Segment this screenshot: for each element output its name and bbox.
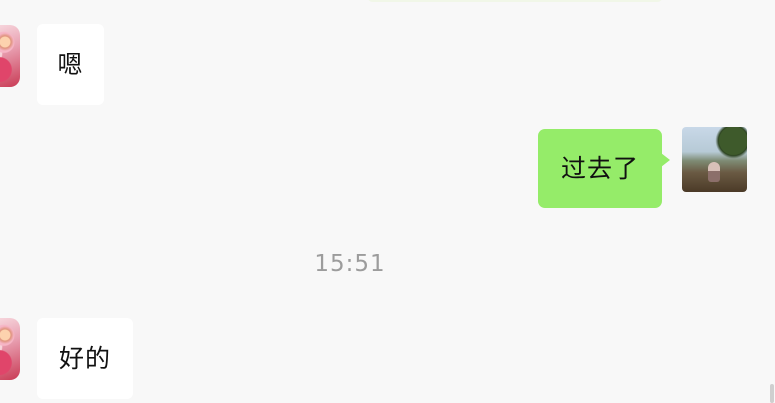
incoming-message-bubble[interactable]: 好的 [37, 318, 133, 399]
scrollbar-thumb[interactable] [770, 384, 774, 403]
previous-message-bubble[interactable] [367, 0, 663, 2]
person-figure [708, 162, 720, 182]
chat-message-list[interactable]: 嗯 过去了 15:51 好的 [0, 0, 775, 403]
tree-decoration [713, 127, 747, 161]
message-text: 嗯 [57, 50, 84, 79]
contact-avatar[interactable] [0, 318, 20, 380]
contact-avatar[interactable] [0, 25, 20, 87]
message-timestamp: 15:51 [314, 251, 386, 277]
self-avatar[interactable] [682, 127, 747, 192]
message-text: 过去了 [560, 154, 639, 183]
message-text: 好的 [58, 344, 111, 373]
outgoing-message-bubble[interactable]: 过去了 [538, 129, 670, 208]
incoming-message-bubble[interactable]: 嗯 [37, 24, 104, 105]
